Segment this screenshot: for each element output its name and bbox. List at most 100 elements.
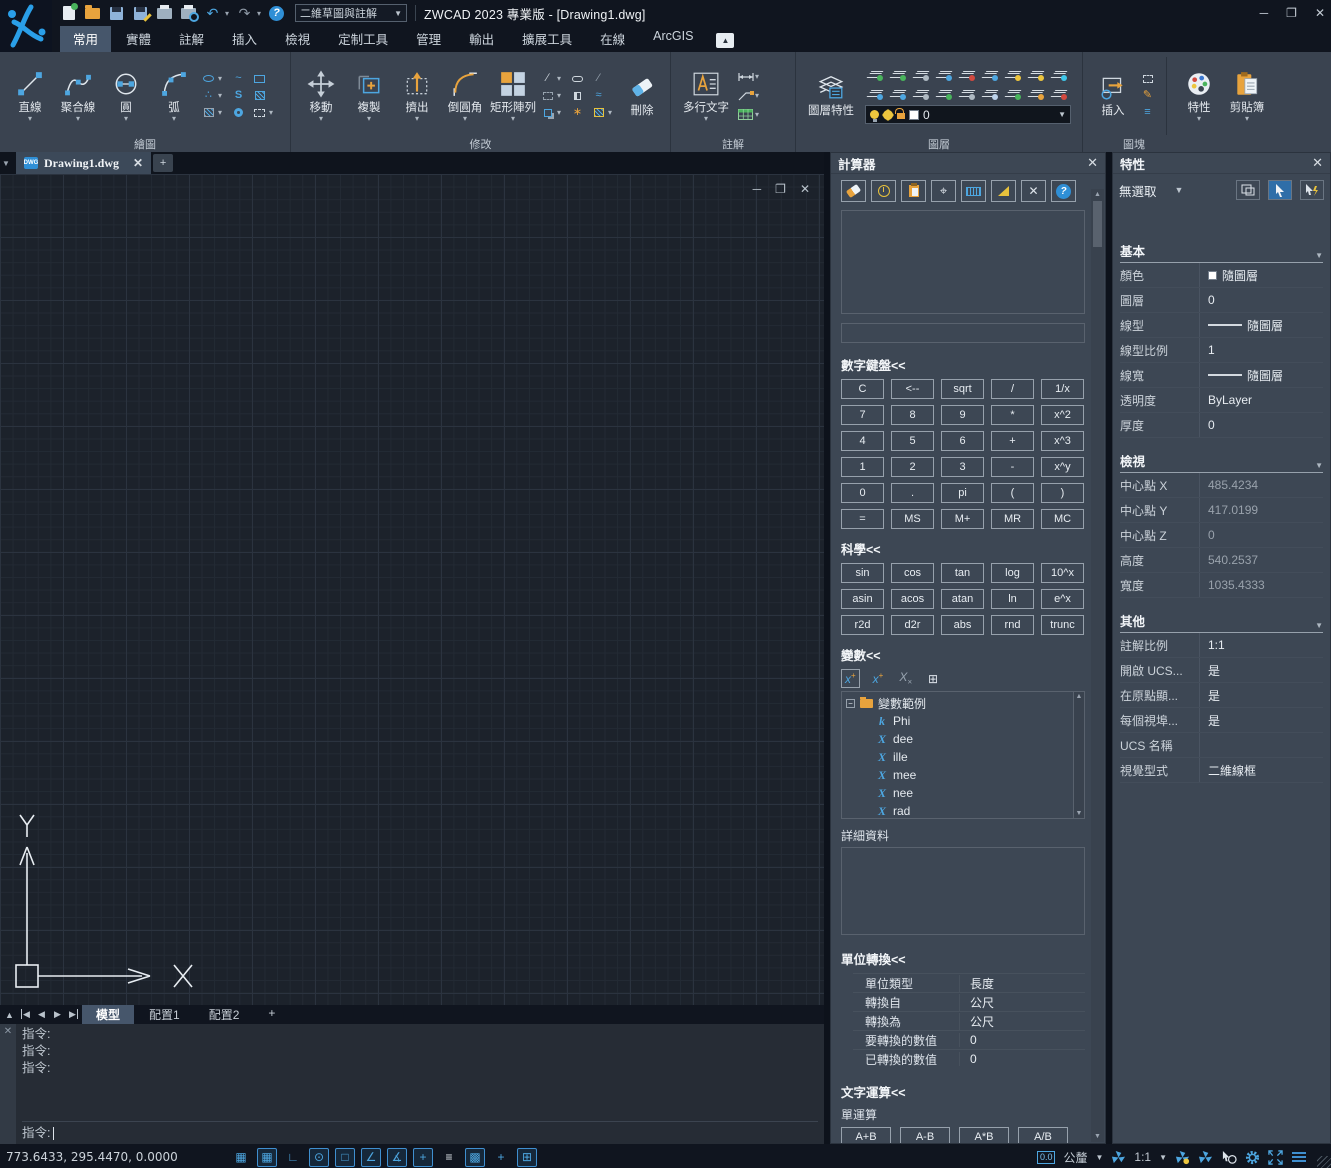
selection-cycling-icon[interactable]: +	[491, 1148, 511, 1167]
redo-dropdown-icon[interactable]: ▾	[257, 9, 261, 18]
align-icon[interactable]	[569, 89, 586, 103]
prev-tab-icon[interactable]: ◀	[34, 1009, 49, 1020]
layer-on-icon[interactable]	[1003, 67, 1022, 81]
dropdown-arrow-icon[interactable]: ▾	[755, 110, 763, 119]
document-tab[interactable]: DWG Drawing1.dwg ✕	[16, 152, 151, 174]
dynamic-ucs-icon[interactable]: ∡	[387, 1148, 407, 1167]
mtext-button[interactable]: 多行文字▾	[679, 69, 733, 123]
close-tab-icon[interactable]: ✕	[133, 156, 143, 171]
chevron-down-icon[interactable]: ▼	[1315, 251, 1323, 260]
unit-row[interactable]: 轉換為 公尺	[853, 1011, 1085, 1030]
calc-sci-key[interactable]: log	[991, 563, 1034, 583]
trim-icon[interactable]: ∕	[539, 72, 556, 86]
calc-key[interactable]: sqrt	[941, 379, 984, 399]
ribbon-tab[interactable]: 管理	[403, 25, 454, 52]
ribbon-tab[interactable]: 實體	[113, 25, 164, 52]
calc-key[interactable]: 7	[841, 405, 884, 425]
snap-mode-icon[interactable]: ▦	[257, 1148, 277, 1167]
calc-key[interactable]: .	[891, 483, 934, 503]
calc-sci-key[interactable]: 10^x	[1041, 563, 1084, 583]
layer-down-icon[interactable]	[865, 67, 884, 81]
calc-key[interactable]: 3	[941, 457, 984, 477]
calc-sci-key[interactable]: abs	[941, 615, 984, 635]
calc-key[interactable]: M+	[941, 509, 984, 529]
calc-key[interactable]: =	[841, 509, 884, 529]
object-snap-tracking-icon[interactable]: ∠	[361, 1148, 381, 1167]
restore-button[interactable]: ❐	[1286, 6, 1297, 20]
calc-key[interactable]: 4	[841, 431, 884, 451]
insert-block-button[interactable]: 插入	[1091, 72, 1135, 119]
rectangle-icon[interactable]	[251, 72, 268, 86]
layout-tab[interactable]: 模型	[82, 1004, 134, 1025]
layer-swap-icon[interactable]	[957, 86, 976, 100]
leader-icon[interactable]	[737, 89, 754, 103]
copy-button[interactable]: 複製▾	[347, 69, 391, 123]
circle-button[interactable]: 圓▾	[104, 69, 148, 123]
calc-key[interactable]: -	[991, 457, 1034, 477]
section-other[interactable]: 其他	[1120, 611, 1145, 630]
calc-key[interactable]: MC	[1041, 509, 1084, 529]
calculator-scrollbar[interactable]: ▲▼	[1091, 189, 1104, 1142]
line-button[interactable]: 直線▾	[8, 69, 52, 123]
calc-sci-key[interactable]: asin	[841, 589, 884, 609]
variable-item[interactable]: X mee	[846, 766, 1073, 784]
calc-key[interactable]: pi	[941, 483, 984, 503]
calc-sci-key[interactable]: trunc	[1041, 615, 1084, 635]
numpad-section-title[interactable]: 數字鍵盤<<	[841, 355, 1085, 374]
calc-key[interactable]: 1	[841, 457, 884, 477]
transparency-icon[interactable]: ▩	[465, 1148, 485, 1167]
layer-lock-icon[interactable]	[957, 67, 976, 81]
text-op-key[interactable]: A*B	[959, 1127, 1009, 1143]
variable-item[interactable]: X nee	[846, 784, 1073, 802]
collapse-icon[interactable]: −	[846, 699, 855, 708]
arc-button[interactable]: 弧▾	[152, 69, 196, 123]
doc-restore-button[interactable]: ❐	[775, 182, 786, 196]
layer-freeze-others-icon[interactable]	[980, 86, 999, 100]
block-editor-icon[interactable]: ✎	[1139, 89, 1156, 103]
chevron-down-icon[interactable]: ▼	[1159, 1153, 1167, 1162]
ribbon-tab[interactable]: 檢視	[272, 25, 323, 52]
point-icon[interactable]: ∴	[200, 89, 217, 103]
detail-area[interactable]	[841, 847, 1085, 935]
annotation-monitor-icon[interactable]: ⊞	[517, 1148, 537, 1167]
ribbon-tab[interactable]: 定制工具	[325, 25, 401, 52]
edit-variable-icon[interactable]: x+	[870, 670, 887, 687]
dropdown-arrow-icon[interactable]: ▾	[557, 74, 565, 83]
calc-sci-key[interactable]: cos	[891, 563, 934, 583]
polar-tracking-icon[interactable]: ⊙	[309, 1148, 329, 1167]
get-coordinates-icon[interactable]: ⌖	[931, 180, 956, 202]
text-op-key[interactable]: A+B	[841, 1127, 891, 1143]
calc-key[interactable]: 9	[941, 405, 984, 425]
calc-key[interactable]: 6	[941, 431, 984, 451]
layer-visibility-icon[interactable]	[1049, 67, 1068, 81]
table-icon[interactable]	[737, 108, 754, 122]
quick-select-icon[interactable]	[1236, 180, 1260, 200]
chevron-down-icon[interactable]: ▼	[1315, 461, 1323, 470]
donut-icon[interactable]	[230, 106, 247, 120]
calc-key[interactable]: MR	[991, 509, 1034, 529]
variable-item[interactable]: X dee	[846, 730, 1073, 748]
dimension-icon[interactable]	[737, 70, 754, 84]
next-tab-icon[interactable]: ▶	[50, 1009, 65, 1020]
unit-row[interactable]: 已轉換的數值 0	[853, 1049, 1085, 1068]
textop-section-title[interactable]: 文字運算<<	[841, 1082, 1085, 1101]
new-tab-button[interactable]: +	[153, 154, 173, 172]
toggle-pickadd-icon[interactable]	[1300, 180, 1324, 200]
ribbon-tab[interactable]: 常用	[60, 25, 111, 52]
rect-array-button[interactable]: 矩形陣列▾	[491, 69, 535, 123]
ribbon-collapse-button[interactable]: ▲	[716, 33, 734, 48]
revision-cloud-icon[interactable]	[569, 72, 586, 86]
chevron-down-icon[interactable]: ▼	[1095, 1153, 1103, 1162]
measure-distance-icon[interactable]	[961, 180, 986, 202]
workspace-select[interactable]: 二維草圖與註解 ▼	[295, 4, 407, 22]
paste-value-icon[interactable]	[901, 180, 926, 202]
region-icon[interactable]	[251, 89, 268, 103]
layer-properties-button[interactable]: 圖層特性	[804, 72, 858, 119]
drawing-canvas[interactable]: ─ ❐ ✕ Y X	[0, 174, 824, 1005]
hatch-icon[interactable]	[200, 106, 217, 120]
help-icon[interactable]: ?	[268, 6, 285, 21]
layout-tab[interactable]: 配置2	[195, 1004, 254, 1025]
save-as-icon[interactable]	[132, 6, 149, 21]
break-icon[interactable]: ≈	[590, 89, 607, 103]
unit-row[interactable]: 轉換自 公尺	[853, 992, 1085, 1011]
